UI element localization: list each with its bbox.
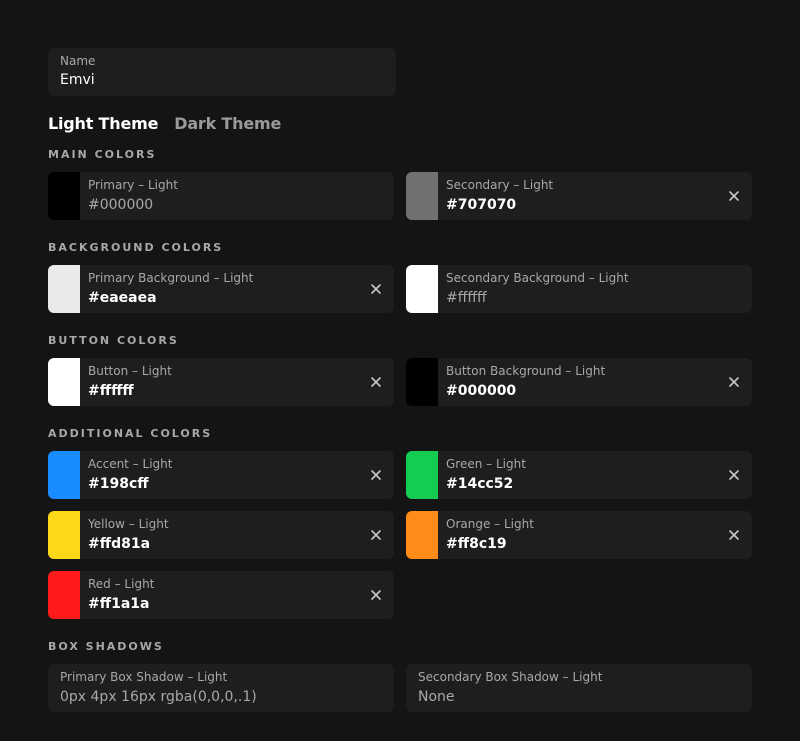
additional-colors-grid: Accent – Light #198cff Green – Light #14cc5… (48, 451, 752, 619)
field-label: Primary – Light (88, 177, 178, 192)
color-value-input[interactable]: #eaeaea (88, 288, 386, 308)
section-title-background-colors: BACKGROUND COLORS (48, 241, 224, 254)
color-field[interactable]: Accent – Light #198cff (48, 451, 394, 499)
color-value-input[interactable]: #000000 (446, 381, 744, 401)
close-icon[interactable] (728, 469, 740, 481)
color-value-input[interactable]: #ffffff (88, 381, 386, 401)
color-swatch[interactable] (406, 358, 438, 406)
color-swatch[interactable] (406, 451, 438, 499)
color-swatch[interactable] (48, 571, 80, 619)
color-value-input[interactable]: #ffd81a (88, 534, 386, 554)
secondary-box-shadow-field[interactable]: Secondary Box Shadow – Light None (406, 664, 752, 712)
color-value-input[interactable]: #ff8c19 (446, 534, 744, 554)
field-label: Red – Light (88, 576, 155, 591)
name-field[interactable]: Name (48, 48, 396, 96)
color-field[interactable]: Orange – Light #ff8c19 (406, 511, 752, 559)
field-label: Accent – Light (88, 456, 173, 471)
field-label: Secondary Box Shadow – Light (418, 669, 603, 684)
field-value[interactable]: 0px 4px 16px rgba(0,0,0,.1) (60, 687, 382, 707)
color-swatch[interactable] (48, 265, 80, 313)
close-icon[interactable] (728, 376, 740, 388)
color-swatch[interactable] (48, 172, 80, 220)
close-icon[interactable] (370, 589, 382, 601)
color-field-body: Button – Light #ffffff (80, 358, 394, 406)
color-swatch[interactable] (48, 358, 80, 406)
section-title-main-colors: MAIN COLORS (48, 148, 157, 161)
color-value-input[interactable]: #ff1a1a (88, 594, 386, 614)
color-swatch[interactable] (406, 511, 438, 559)
color-field-body: Primary – Light #000000 (80, 172, 394, 220)
theme-tabs: Light Theme Dark Theme (48, 112, 752, 134)
color-field[interactable]: Button Background – Light #000000 (406, 358, 752, 406)
field-label: Secondary – Light (446, 177, 554, 192)
color-field[interactable]: Primary Background – Light #eaeaea (48, 265, 394, 313)
color-value-input[interactable]: #000000 (88, 195, 386, 215)
tab-light-theme[interactable]: Light Theme (48, 114, 158, 133)
theme-editor: Name Light Theme Dark Theme MAIN COLORS … (48, 48, 752, 712)
field-label: Secondary Background – Light (446, 270, 629, 285)
color-field[interactable]: Secondary Background – Light #ffffff (406, 265, 752, 313)
close-icon[interactable] (370, 376, 382, 388)
name-field-label: Name (60, 54, 96, 68)
background-colors-grid: Primary Background – Light #eaeaea Seconda… (48, 265, 752, 313)
close-icon[interactable] (370, 529, 382, 541)
field-label: Green – Light (446, 456, 526, 471)
tab-dark-theme[interactable]: Dark Theme (174, 114, 281, 133)
section-title-box-shadows: BOX SHADOWS (48, 640, 164, 653)
close-icon[interactable] (370, 283, 382, 295)
primary-box-shadow-field[interactable]: Primary Box Shadow – Light 0px 4px 16px … (48, 664, 394, 712)
name-input[interactable] (60, 70, 384, 90)
color-field[interactable]: Secondary – Light #707070 (406, 172, 752, 220)
field-label: Primary Box Shadow – Light (60, 669, 228, 684)
color-field-body: Secondary Background – Light #ffffff (438, 265, 752, 313)
section-title-button-colors: BUTTON COLORS (48, 334, 179, 347)
field-label: Button Background – Light (446, 363, 606, 378)
field-label: Button – Light (88, 363, 172, 378)
color-field-body: Accent – Light #198cff (80, 451, 394, 499)
button-colors-grid: Button – Light #ffffff Button Background –… (48, 358, 752, 406)
field-label: Primary Background – Light (88, 270, 254, 285)
color-swatch[interactable] (48, 511, 80, 559)
box-shadows-grid: Primary Box Shadow – Light 0px 4px 16px … (48, 664, 752, 712)
color-value-input[interactable]: #198cff (88, 474, 386, 494)
color-field[interactable]: Green – Light #14cc52 (406, 451, 752, 499)
color-field-body: Red – Light #ff1a1a (80, 571, 394, 619)
color-swatch[interactable] (48, 451, 80, 499)
color-field-body: Orange – Light #ff8c19 (438, 511, 752, 559)
section-title-additional-colors: ADDITIONAL COLORS (48, 427, 213, 440)
field-label: Orange – Light (446, 516, 534, 531)
close-icon[interactable] (370, 469, 382, 481)
color-value-input[interactable]: #707070 (446, 195, 744, 215)
color-field-body: Yellow – Light #ffd81a (80, 511, 394, 559)
color-value-input[interactable]: #14cc52 (446, 474, 744, 494)
close-icon[interactable] (728, 190, 740, 202)
color-field[interactable]: Red – Light #ff1a1a (48, 571, 394, 619)
color-value-input[interactable]: #ffffff (446, 288, 744, 308)
color-swatch[interactable] (406, 265, 438, 313)
color-field-body: Green – Light #14cc52 (438, 451, 752, 499)
color-field[interactable]: Button – Light #ffffff (48, 358, 394, 406)
field-value[interactable]: None (418, 687, 740, 707)
field-label: Yellow – Light (88, 516, 169, 531)
color-field[interactable]: Primary – Light #000000 (48, 172, 394, 220)
color-field-body: Primary Background – Light #eaeaea (80, 265, 394, 313)
color-field-body: Button Background – Light #000000 (438, 358, 752, 406)
main-colors-grid: Primary – Light #000000 Secondary – Light #… (48, 172, 752, 220)
color-field-body: Secondary – Light #707070 (438, 172, 752, 220)
color-field[interactable]: Yellow – Light #ffd81a (48, 511, 394, 559)
close-icon[interactable] (728, 529, 740, 541)
color-swatch[interactable] (406, 172, 438, 220)
